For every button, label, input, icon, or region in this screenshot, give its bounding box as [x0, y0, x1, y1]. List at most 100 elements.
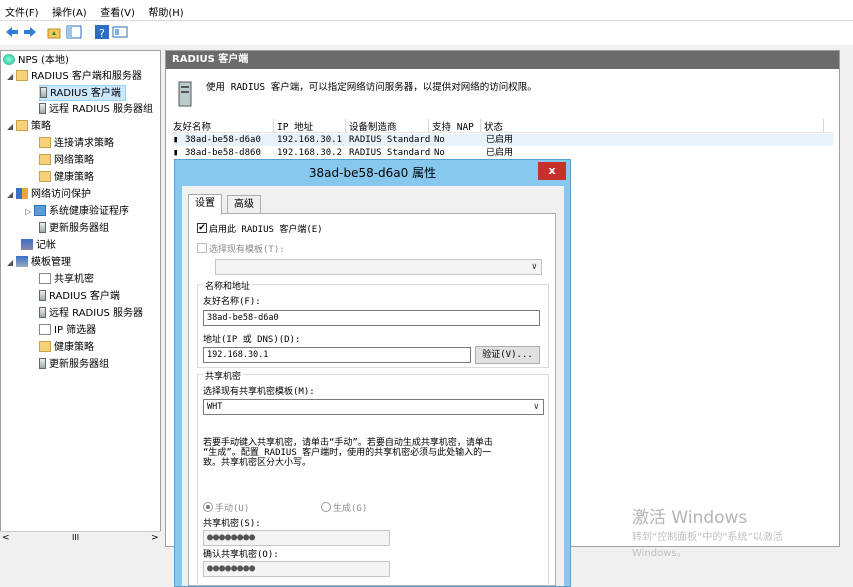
tree-item-template-health-policies[interactable]: 健康策略	[39, 340, 94, 356]
tree-item-policies[interactable]: ◢ 策略	[7, 119, 51, 135]
tab-settings[interactable]: 设置	[188, 194, 222, 215]
tree-item-nap[interactable]: ◢ 网络访问保护	[7, 187, 91, 203]
address-label: 地址(IP 或 DNS)(D):	[203, 335, 301, 345]
generate-radio[interactable]	[321, 502, 331, 512]
close-button[interactable]: x	[538, 162, 566, 180]
tree-item-ip-filters[interactable]: IP 筛选器	[39, 323, 96, 339]
server-icon	[40, 87, 47, 98]
tree-item-shared-secrets[interactable]: 共享机密	[39, 272, 94, 288]
server-icon	[178, 81, 192, 107]
row-nap: No	[434, 148, 445, 158]
row-nap: No	[434, 135, 445, 145]
expand-arrow-icon[interactable]: ◢	[7, 69, 16, 85]
column-status[interactable]: 状态	[484, 119, 503, 133]
expand-arrow-icon[interactable]: ◢	[7, 119, 16, 135]
tree-item-connection-request-policies[interactable]: 连接请求策略	[39, 136, 114, 152]
generate-radio-label: 生成(G)	[333, 504, 368, 514]
tree-item-template-update-groups[interactable]: 更新服务器组	[39, 357, 109, 373]
folder-icon	[39, 341, 51, 352]
scroll-left-icon[interactable]: <	[2, 533, 10, 543]
enable-client-label: 启用此 RADIUS 客户端(E)	[209, 225, 323, 235]
tree-item-remote-radius-groups[interactable]: 远程 RADIUS 服务器组	[39, 102, 153, 118]
properties-icon[interactable]	[112, 24, 128, 40]
document-icon	[39, 273, 51, 284]
menu-help[interactable]: 帮助(H)	[143, 0, 188, 19]
scroll-right-icon[interactable]: >	[151, 533, 159, 543]
globe-icon	[3, 54, 15, 65]
help-icon[interactable]: ?	[94, 24, 110, 40]
row-ip-address: 192.168.30.1	[277, 135, 343, 145]
tree-item-radius-clients-servers[interactable]: ◢ RADIUS 客户端和服务器	[7, 69, 142, 85]
table-row[interactable]: ▮ 38ad-be58-d6a0 192.168.30.1 RADIUS Sta…	[173, 134, 833, 146]
select-template-checkbox[interactable]	[197, 243, 207, 253]
column-ip-address[interactable]: IP 地址	[277, 119, 313, 133]
address-field[interactable]: 192.168.30.1	[203, 347, 471, 363]
menu-action[interactable]: 操作(A)	[47, 0, 92, 19]
tree-item-network-policies[interactable]: 网络策略	[39, 153, 94, 169]
tab-advanced[interactable]: 高级	[227, 195, 261, 214]
shared-secret-help-line-2: “生成”。配置 RADIUS 客户端时，使用的共享机密必须与此处输入的一	[203, 448, 492, 458]
show-tree-icon[interactable]	[66, 24, 82, 40]
enable-client-checkbox[interactable]: ✔	[197, 223, 207, 233]
shared-secret-field[interactable]: ●●●●●●●●	[203, 530, 390, 546]
column-friendly-name[interactable]: 友好名称	[173, 119, 211, 133]
activation-watermark-text: 转到“控制面板”中的“系统”以激活	[632, 532, 783, 543]
accounting-icon	[21, 239, 33, 250]
dialog-title: 38ad-be58-d6a0 属性	[308, 166, 437, 180]
row-status: 已启用	[486, 148, 514, 158]
row-status: 已启用	[486, 135, 514, 145]
folder-icon	[39, 137, 51, 148]
pane-header: RADIUS 客户端	[166, 51, 839, 69]
collapse-arrow-icon[interactable]: ▷	[25, 204, 34, 220]
tree-item-template-radius-clients[interactable]: RADIUS 客户端	[39, 289, 120, 305]
nap-icon	[16, 188, 28, 199]
expand-arrow-icon[interactable]: ◢	[7, 187, 16, 203]
scroll-thumb[interactable]: III	[72, 533, 79, 542]
tree-item-radius-clients[interactable]: RADIUS 客户端	[39, 85, 126, 101]
menu-bar: 文件(F) 操作(A) 查看(V) 帮助(H)	[0, 0, 853, 21]
menu-view[interactable]: 查看(V)	[95, 0, 140, 19]
secret-template-label: 选择现有共享机密模板(M):	[203, 387, 315, 397]
tree-item-shv[interactable]: ▷ 系统健康验证程序	[25, 204, 129, 220]
template-dropdown[interactable]: ∨	[215, 259, 542, 275]
manual-radio[interactable]	[203, 502, 213, 512]
shared-secret-help-line-3: 致。共享机密区分大小写。	[203, 458, 312, 468]
secret-template-dropdown[interactable]: WHT ∨	[203, 399, 544, 415]
activation-watermark-title: 激活 Windows	[632, 508, 748, 528]
server-group-icon	[39, 222, 46, 233]
folder-icon	[39, 171, 51, 182]
row-vendor: RADIUS Standard	[349, 148, 431, 158]
name-address-group-label: 名称和地址	[203, 279, 253, 292]
confirm-secret-label: 确认共享机密(O):	[203, 550, 279, 560]
verify-button[interactable]: 验证(V)...	[475, 346, 540, 364]
dialog-body: 设置 高级 ✔ 启用此 RADIUS 客户端(E) 选择现有模板(T): ∨ 名…	[182, 186, 564, 586]
column-vendor[interactable]: 设备制造商	[349, 119, 397, 133]
svg-text:?: ?	[99, 27, 105, 40]
policy-icon	[16, 120, 28, 131]
up-folder-icon[interactable]	[46, 24, 62, 40]
expand-arrow-icon[interactable]: ◢	[7, 255, 16, 271]
row-friendly-name: 38ad-be58-d6a0	[185, 135, 261, 145]
row-icon: ▮	[173, 135, 179, 145]
confirm-secret-field[interactable]: ●●●●●●●●	[203, 561, 390, 577]
tree-item-nps-local[interactable]: NPS (本地)	[3, 53, 69, 69]
folder-icon	[16, 70, 28, 81]
tree-item-accounting[interactable]: 记帐	[21, 238, 56, 254]
toolbar: ?	[0, 21, 853, 45]
tree-item-templates[interactable]: ◢ 模板管理	[7, 255, 71, 271]
server-icon	[39, 290, 46, 301]
tree-item-health-policies[interactable]: 健康策略	[39, 170, 94, 186]
back-arrow-icon[interactable]	[4, 24, 20, 40]
templates-icon	[16, 256, 28, 267]
tree-horizontal-scrollbar[interactable]: < III >	[0, 531, 161, 548]
menu-file[interactable]: 文件(F)	[0, 0, 44, 19]
row-icon: ▮	[173, 148, 179, 158]
friendly-name-field[interactable]: 38ad-be58-d6a0	[203, 310, 540, 326]
tree-item-template-remote-radius[interactable]: 远程 RADIUS 服务器	[39, 306, 143, 322]
forward-arrow-icon[interactable]	[22, 24, 38, 40]
tree-item-update-server-groups[interactable]: 更新服务器组	[39, 221, 109, 237]
console-tree: NPS (本地) ◢ RADIUS 客户端和服务器 RADIUS 客户端 远程 R…	[0, 50, 161, 547]
column-nap[interactable]: 支持 NAP	[432, 119, 474, 133]
table-row[interactable]: ▮ 38ad-be58-d860 192.168.30.2 RADIUS Sta…	[173, 147, 833, 159]
folder-icon	[39, 154, 51, 165]
